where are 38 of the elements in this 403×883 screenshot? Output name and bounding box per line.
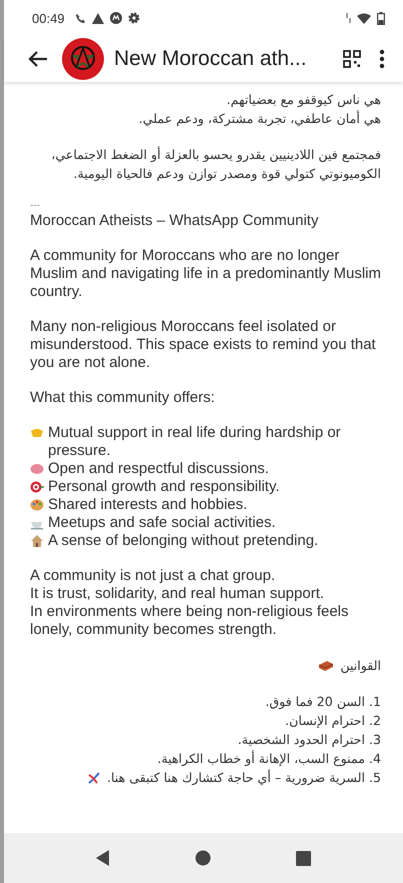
offers-heading: What this community offers: <box>30 389 216 407</box>
rule-item: 3. احترام الحدود الشخصية. <box>238 731 381 749</box>
rule-item: 1. السن 20 فما فوق. <box>265 693 381 711</box>
offer-item: Personal growth and responsibility. <box>48 478 280 496</box>
offer-item: Meetups and safe social activities. <box>48 514 276 532</box>
chat-title[interactable]: New Moroccan ath... <box>114 47 329 71</box>
target-icon <box>30 480 44 494</box>
message-paragraph: A community for Moroccans who are no longer Muslim and navigating life in a predominantly Muslim country. <box>30 247 381 301</box>
rule-item: 5. السرية ضرورية – أي حاجة كتشارك هنا كتبقى هنا. <box>106 768 381 787</box>
offer-item: Shared interests and hobbies. <box>48 496 248 514</box>
arabic-paragraph: فمجتمع فين اللادينيين يقدرو يحسو بالعزلة أو الضغط الاجتماعي، الكوميونوتي كتولي قوة ومصدر توازن ودعم فالحياة اليومية. <box>50 146 381 183</box>
rule-item: 4. ممنوع السب، الإهانة أو خطاب الكراهية. <box>157 749 381 768</box>
status-time: 00:49 <box>32 10 65 26</box>
house-icon <box>30 534 44 548</box>
offer-item: Mutual support in real life during hardship or pressure. <box>48 424 342 460</box>
offer-item: A sense of belonging without pretending. <box>48 532 318 550</box>
offer-item: Open and respectful discussions. <box>48 460 269 478</box>
group-avatar-icon[interactable] <box>62 38 104 80</box>
warning-icon <box>92 12 104 24</box>
more-options-icon <box>379 49 385 69</box>
separator-text: --- <box>30 200 41 212</box>
battery-icon <box>377 12 385 24</box>
arabic-text-line: هي أمان عاطفي، تجربة مشتركة، ودعم عملي. <box>138 109 381 128</box>
round-logo-icon <box>110 12 122 24</box>
closing-line: In environments where being non-religious feels lonely, community becomes strength. <box>30 603 350 639</box>
palette-icon <box>30 498 44 512</box>
phone-icon <box>74 12 86 24</box>
brick-icon <box>318 660 334 672</box>
rule-item: 2. احترام الإنسان. <box>285 712 381 730</box>
wifi-icon <box>357 12 371 24</box>
message-title: Moroccan Atheists – WhatsApp Community <box>30 212 320 230</box>
closing-line: A community is not just a chat group. <box>30 567 276 585</box>
closing-line: It is trust, solidarity, and real human support. <box>30 585 326 603</box>
message-paragraph: Many non-religious Moroccans feel isolated or misunderstood. This space exists to remind you that you are not alone. <box>30 318 377 372</box>
settings-icon <box>128 12 140 24</box>
data-arrows-icon <box>346 13 351 23</box>
arabic-text-line: هي ناس كيوقفو مع بعضياتهم. <box>226 91 381 109</box>
rules-heading: القوانين <box>340 657 381 675</box>
